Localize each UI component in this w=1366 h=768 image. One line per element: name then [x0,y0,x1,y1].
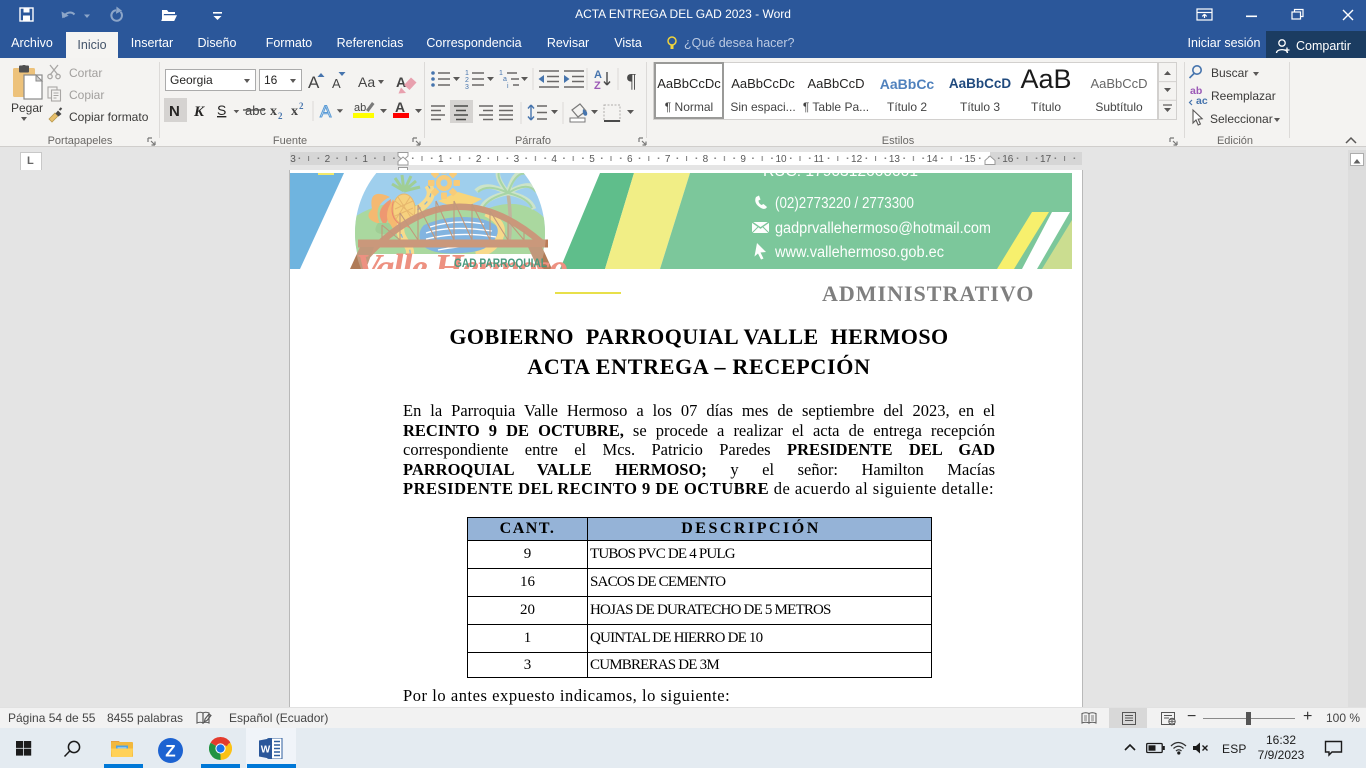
svg-text:A: A [395,99,405,115]
svg-text:3: 3 [465,84,469,91]
svg-text:2: 2 [299,101,304,111]
svg-text:Z: Z [594,80,601,92]
svg-text:a: a [503,76,507,83]
svg-text:(02)2773220 / 2773300: (02)2773220 / 2773300 [775,195,914,212]
svg-text:2: 2 [465,77,469,84]
svg-text:2: 2 [278,111,283,121]
svg-text:i: i [507,83,509,90]
svg-text:2: 2 [476,154,482,165]
svg-text:gadprvallehermoso@hotmail.com: gadprvallehermoso@hotmail.com [775,220,991,237]
svg-text:4: 4 [551,154,557,165]
svg-text:12: 12 [851,154,863,165]
svg-text:17: 17 [1040,154,1052,165]
svg-text:A: A [320,102,332,121]
svg-text:RUC: 1790312660001: RUC: 1790312660001 [763,173,918,180]
svg-text:14: 14 [927,154,939,165]
svg-text:N: N [169,103,180,120]
svg-text:6: 6 [627,154,633,165]
svg-text:ac: ac [1196,95,1208,107]
svg-text:K: K [193,104,205,120]
svg-text:2: 2 [325,154,331,165]
svg-text:10: 10 [775,154,787,165]
svg-text:Z: Z [165,742,175,761]
svg-text:W: W [261,745,271,756]
svg-text:S: S [217,102,226,118]
svg-text:15: 15 [964,154,976,165]
svg-text:7: 7 [665,154,671,165]
svg-text:¶: ¶ [627,70,636,92]
svg-text:16: 16 [1002,154,1014,165]
svg-text:3: 3 [290,154,296,165]
svg-text:ab: ab [354,102,366,114]
svg-text:GAD PARROQUIAL: GAD PARROQUIAL [454,258,547,269]
svg-text:8: 8 [703,154,709,165]
svg-text:1: 1 [438,154,444,165]
svg-text:3: 3 [514,154,520,165]
svg-text:Aa: Aa [358,74,375,90]
svg-text:1: 1 [362,154,368,165]
svg-text:A: A [332,76,341,91]
svg-text:1: 1 [465,70,469,77]
svg-text:x: x [291,104,298,119]
svg-text:www.vallehermoso.gob.ec: www.vallehermoso.gob.ec [774,244,944,261]
svg-text:13: 13 [889,154,901,165]
svg-text:9: 9 [740,154,746,165]
svg-text:A: A [308,73,320,92]
svg-text:11: 11 [814,154,825,165]
svg-text:5: 5 [589,154,595,165]
svg-text:x: x [270,104,277,119]
